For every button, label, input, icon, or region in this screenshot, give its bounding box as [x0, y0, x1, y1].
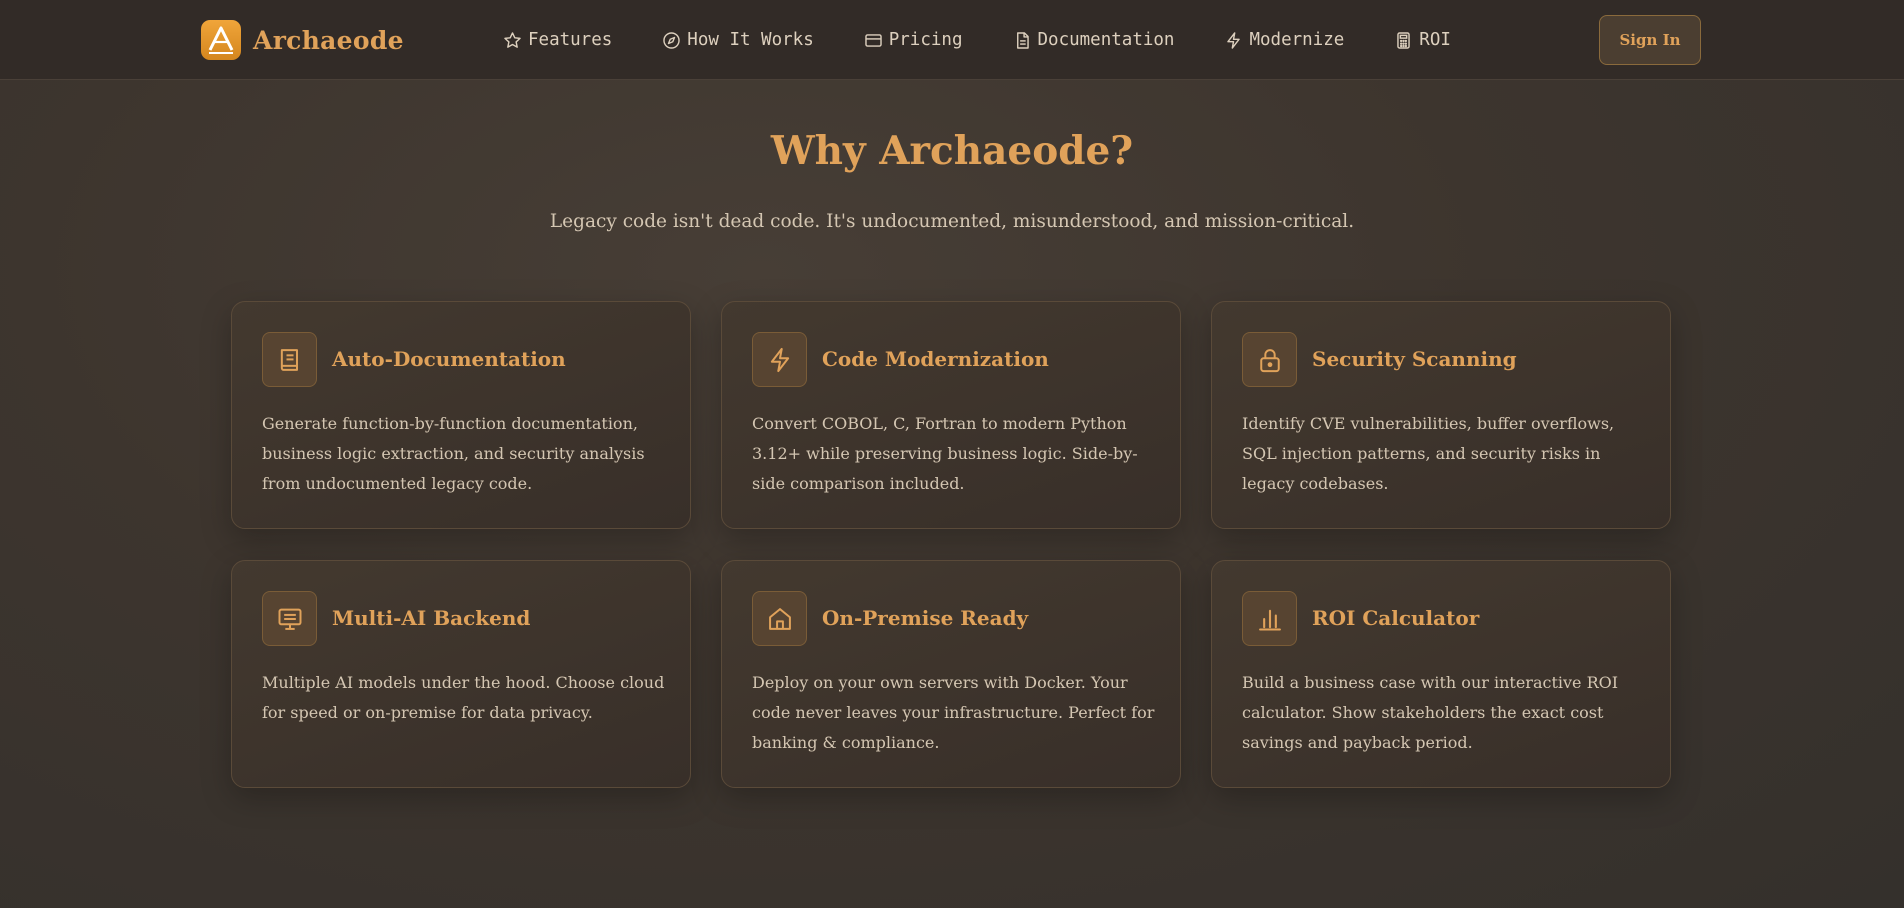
- nav-link-label: Modernize: [1249, 30, 1345, 50]
- section-title: Why Archaeode?: [770, 128, 1134, 174]
- nav-link-pricing[interactable]: Pricing: [864, 30, 963, 50]
- nav-link-label: Documentation: [1037, 30, 1175, 50]
- section-subtitle: Legacy code isn't dead code. It's undocu…: [549, 211, 1355, 232]
- nav-link-modernize[interactable]: Modernize: [1224, 30, 1344, 50]
- feature-card-auto-documentation: Auto-Documentation Generate function-by-…: [231, 301, 691, 529]
- nav-link-label: ROI: [1419, 30, 1451, 50]
- feature-card-description: Multiple AI models under the hood. Choos…: [262, 673, 665, 722]
- feature-card-title: Code Modernization: [822, 347, 1049, 371]
- feature-card-roi-calculator: ROI Calculator Build a business case wit…: [1211, 560, 1671, 788]
- feature-card-multi-ai-backend: Multi-AI Backend Multiple AI models unde…: [231, 560, 691, 788]
- nav-link-roi[interactable]: ROI: [1394, 30, 1451, 50]
- feature-card-code-modernization: Code Modernization Convert COBOL, C, For…: [721, 301, 1181, 529]
- calculator-icon: [1397, 31, 1411, 49]
- star-icon: [504, 31, 521, 48]
- bar-chart-icon: [1242, 591, 1297, 646]
- feature-card-title: Security Scanning: [1312, 347, 1517, 371]
- feature-card-title: Multi-AI Backend: [332, 606, 531, 630]
- lightning-icon: [752, 332, 807, 387]
- brand-name: Archaeode: [253, 25, 404, 55]
- top-navbar: Archaeode Features How It Works Pricing: [0, 0, 1904, 80]
- home-icon: [752, 591, 807, 646]
- sign-in-button[interactable]: Sign In: [1599, 15, 1701, 65]
- feature-card-title: On-Premise Ready: [822, 606, 1029, 630]
- feature-card-description: Convert COBOL, C, Fortran to modern Pyth…: [752, 414, 1138, 493]
- brand[interactable]: Archaeode: [201, 20, 404, 60]
- compass-icon: [663, 31, 681, 49]
- credit-card-icon: [865, 33, 882, 47]
- nav-link-label: Pricing: [888, 30, 963, 50]
- lightning-icon: [1227, 31, 1241, 49]
- feature-card-security-scanning: Security Scanning Identify CVE vulnerabi…: [1211, 301, 1671, 529]
- nav-link-label: Features: [528, 30, 613, 50]
- nav-link-how-it-works[interactable]: How It Works: [662, 30, 814, 50]
- monitor-icon: [262, 591, 317, 646]
- feature-card-title: ROI Calculator: [1312, 606, 1480, 630]
- feature-card-description: Identify CVE vulnerabilities, buffer ove…: [1242, 414, 1615, 493]
- archaeode-logo-icon: [201, 20, 241, 60]
- nav-link-features[interactable]: Features: [503, 30, 612, 50]
- feature-card-description: Generate function-by-function documentat…: [262, 414, 645, 493]
- feature-card-description: Build a business case with our interacti…: [1242, 673, 1619, 752]
- feature-card-description: Deploy on your own servers with Docker. …: [752, 673, 1155, 752]
- feature-card-on-premise-ready: On-Premise Ready Deploy on your own serv…: [721, 560, 1181, 788]
- document-icon: [1016, 31, 1029, 49]
- nav-links: Features How It Works Pricing Documentat…: [503, 24, 1501, 56]
- book-icon: [262, 332, 317, 387]
- nav-link-documentation[interactable]: Documentation: [1013, 30, 1175, 50]
- nav-link-label: How It Works: [687, 30, 814, 50]
- lock-icon: [1242, 332, 1297, 387]
- feature-card-title: Auto-Documentation: [332, 347, 566, 371]
